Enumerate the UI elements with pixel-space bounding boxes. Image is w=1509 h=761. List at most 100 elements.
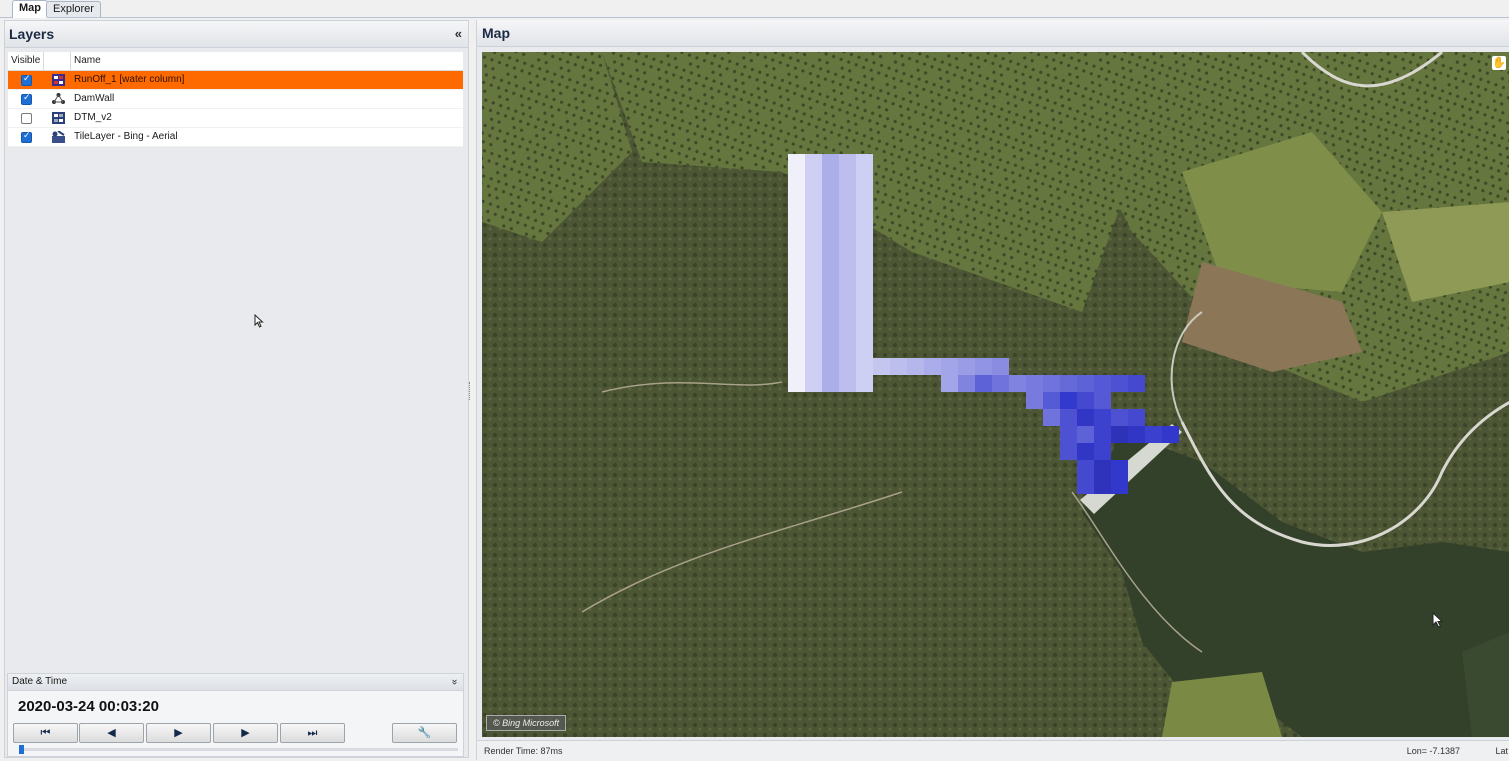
layer-row-dtm[interactable]: DTM_v2 bbox=[8, 109, 463, 128]
map-canvas[interactable]: ✋ © Bing Microsoft bbox=[482, 52, 1509, 737]
column-icon[interactable] bbox=[44, 52, 71, 70]
column-visible[interactable]: Visible bbox=[8, 52, 44, 70]
water-cell bbox=[1043, 392, 1060, 409]
datetime-panel-title: Date & Time bbox=[12, 676, 68, 687]
layer-name: DTM_v2 bbox=[74, 112, 112, 123]
water-cell bbox=[822, 375, 839, 392]
water-cell bbox=[1111, 409, 1128, 426]
water-cell bbox=[992, 358, 1009, 375]
water-cell bbox=[1077, 426, 1094, 443]
tile-layer-icon bbox=[52, 131, 65, 143]
last-frame-button[interactable]: ⏭ bbox=[280, 723, 345, 743]
water-cell bbox=[856, 273, 873, 290]
layer-name: DamWall bbox=[74, 93, 115, 104]
water-cell bbox=[1111, 460, 1128, 477]
water-cell bbox=[788, 358, 805, 375]
water-cell bbox=[1111, 426, 1128, 443]
water-cell bbox=[1094, 426, 1111, 443]
water-cell bbox=[805, 273, 822, 290]
water-cell bbox=[1060, 426, 1077, 443]
network-layer-icon bbox=[52, 93, 65, 104]
water-cell bbox=[856, 375, 873, 392]
water-cell bbox=[822, 273, 839, 290]
water-cell bbox=[1111, 375, 1128, 392]
expand-icon[interactable]: » bbox=[446, 679, 462, 685]
water-cell bbox=[856, 358, 873, 375]
next-frame-button[interactable]: ▶ bbox=[213, 723, 278, 743]
water-cell bbox=[1026, 375, 1043, 392]
latitude-readout: Lat bbox=[1495, 746, 1508, 756]
water-cell bbox=[992, 375, 1009, 392]
water-cell bbox=[1077, 375, 1094, 392]
water-cell bbox=[941, 358, 958, 375]
map-attribution: © Bing Microsoft bbox=[486, 715, 567, 731]
water-cell bbox=[805, 188, 822, 205]
water-cell bbox=[1077, 477, 1094, 494]
play-icon: ▶ bbox=[174, 727, 183, 739]
water-cell bbox=[1094, 375, 1111, 392]
water-cell bbox=[805, 154, 822, 171]
layer-row-damwall[interactable]: DamWall bbox=[8, 90, 463, 109]
water-cell bbox=[788, 307, 805, 324]
water-cell bbox=[805, 375, 822, 392]
water-cell bbox=[839, 307, 856, 324]
water-cell bbox=[941, 375, 958, 392]
water-cell bbox=[822, 307, 839, 324]
water-cell bbox=[788, 205, 805, 222]
map-status-bar: Render Time: 87ms Lon= -7.1387 Lat bbox=[477, 740, 1509, 761]
water-cell bbox=[839, 324, 856, 341]
tab-explorer[interactable]: Explorer bbox=[46, 1, 101, 17]
time-slider-track[interactable] bbox=[22, 748, 458, 751]
water-cell bbox=[822, 171, 839, 188]
water-cell bbox=[839, 358, 856, 375]
first-frame-button[interactable]: ⏮ bbox=[13, 723, 78, 743]
water-cell bbox=[1026, 392, 1043, 409]
water-cell bbox=[788, 290, 805, 307]
water-cell bbox=[805, 205, 822, 222]
collapse-panel-icon[interactable]: « bbox=[455, 21, 462, 47]
column-name[interactable]: Name bbox=[71, 52, 463, 70]
layer-visible-checkbox[interactable] bbox=[21, 73, 32, 86]
layer-visible-checkbox[interactable] bbox=[21, 113, 32, 124]
panel-splitter[interactable] bbox=[469, 382, 473, 400]
datetime-panel: Date & Time » 2020-03-24 00:03:20 ⏮ ◀ ▶ … bbox=[7, 673, 464, 757]
water-cell bbox=[907, 358, 924, 375]
time-settings-button[interactable]: 🔧 bbox=[392, 723, 457, 743]
water-cell bbox=[1128, 375, 1145, 392]
layer-row-tilelayer[interactable]: TileLayer - Bing - Aerial bbox=[8, 128, 463, 147]
water-cell bbox=[1077, 409, 1094, 426]
water-cell bbox=[839, 273, 856, 290]
layer-row-runoff[interactable]: RunOff_1 [water column] bbox=[8, 71, 463, 90]
previous-frame-button[interactable]: ◀ bbox=[79, 723, 144, 743]
water-cell bbox=[890, 358, 907, 375]
water-cell bbox=[1094, 460, 1111, 477]
pan-tool-icon[interactable]: ✋ bbox=[1492, 56, 1506, 70]
skip-forward-icon: ⏭ bbox=[307, 727, 318, 739]
water-cell bbox=[856, 307, 873, 324]
water-cell bbox=[856, 341, 873, 358]
tab-map[interactable]: Map bbox=[12, 0, 48, 18]
water-cell bbox=[1162, 426, 1179, 443]
water-cell bbox=[856, 171, 873, 188]
water-cell bbox=[1060, 392, 1077, 409]
step-forward-icon: ▶ bbox=[241, 727, 250, 739]
water-cell bbox=[975, 375, 992, 392]
layer-name: RunOff_1 [water column] bbox=[74, 74, 185, 85]
layer-visible-checkbox[interactable] bbox=[21, 130, 32, 143]
water-cell bbox=[839, 222, 856, 239]
water-cell bbox=[839, 205, 856, 222]
skip-back-icon: ⏮ bbox=[40, 727, 51, 739]
water-cell bbox=[805, 341, 822, 358]
water-cell bbox=[1094, 477, 1111, 494]
water-cell bbox=[856, 205, 873, 222]
water-cell bbox=[839, 256, 856, 273]
water-cell bbox=[1094, 392, 1111, 409]
time-slider-thumb[interactable] bbox=[19, 745, 24, 754]
water-cell bbox=[1094, 409, 1111, 426]
water-cell bbox=[822, 324, 839, 341]
water-cell bbox=[975, 358, 992, 375]
layers-panel: Layers « Visible Name RunOff_1 [water co… bbox=[4, 20, 469, 758]
water-cell bbox=[788, 256, 805, 273]
play-button[interactable]: ▶ bbox=[146, 723, 211, 743]
layer-visible-checkbox[interactable] bbox=[21, 92, 32, 105]
